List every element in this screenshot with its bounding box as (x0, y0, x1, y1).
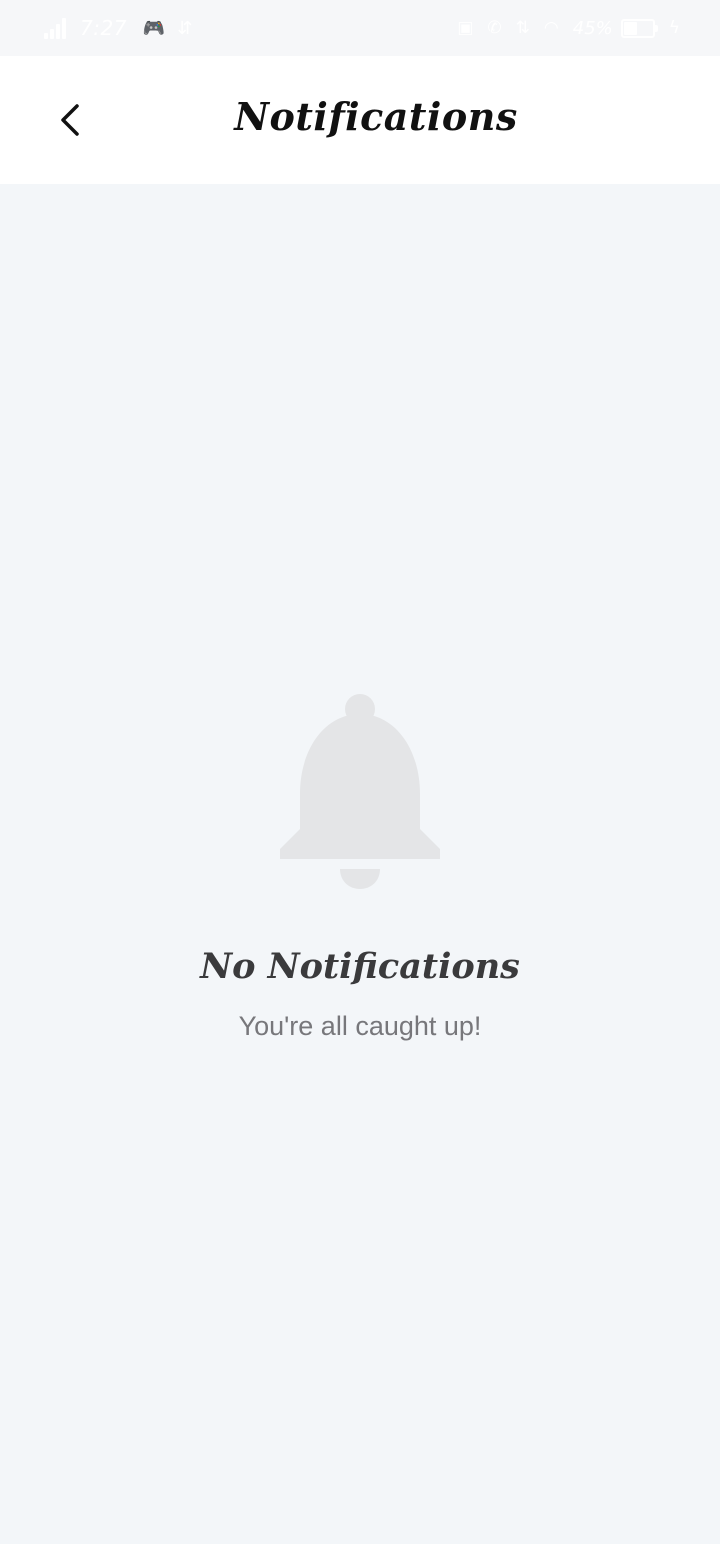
battery-percent: 45% (572, 17, 613, 39)
volte-icon: ✆ (487, 18, 502, 38)
bell-icon (280, 694, 440, 889)
nfc-icon: ▣ (457, 18, 474, 38)
signal-icon (44, 17, 70, 39)
status-bar-left: 7:27 🎮 ⇵ (44, 14, 204, 42)
page-title: Notifications (234, 94, 518, 139)
battery-icon (620, 18, 658, 38)
charging-icon: ϟ (668, 18, 680, 38)
status-bar-right: ▣ ✆ ⇅ ◠ 45% ϟ (443, 14, 680, 42)
notifications-content: No Notifications You're all caught up! (0, 184, 720, 1544)
game-controller-icon: 🎮 (142, 17, 166, 39)
empty-state-subtitle: You're all caught up! (238, 1011, 482, 1041)
usb-icon: ⇵ (177, 17, 193, 39)
status-time: 7:27 (80, 16, 127, 40)
empty-state: No Notifications You're all caught up! (0, 694, 720, 1042)
wifi-icon: ◠ (543, 18, 559, 38)
app-header: Notifications (0, 56, 720, 184)
battery-fill (623, 21, 638, 35)
data-speed-icon: ⇅ (515, 18, 530, 38)
empty-state-title: No Notifications (200, 946, 520, 987)
status-bar: 7:27 🎮 ⇵ ▣ ✆ ⇅ ◠ 45% ϟ (0, 0, 720, 56)
